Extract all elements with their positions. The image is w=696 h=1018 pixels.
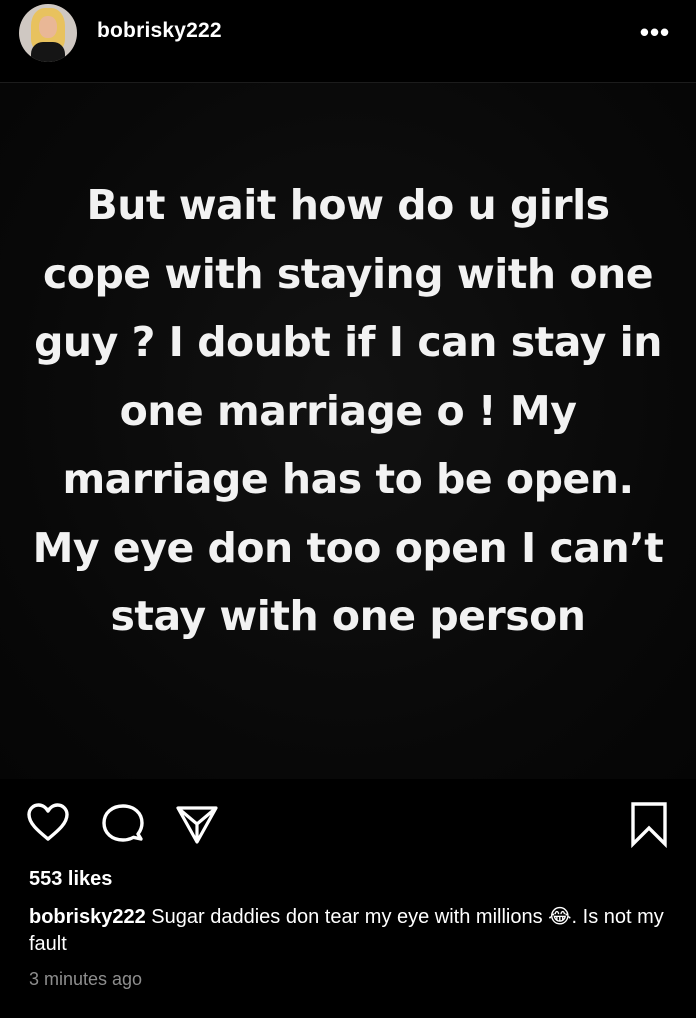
post-image[interactable]: But wait how do u girls cope with stayin… xyxy=(0,83,696,779)
send-icon[interactable] xyxy=(174,802,220,846)
action-bar xyxy=(0,790,696,860)
bookmark-icon[interactable] xyxy=(628,800,670,848)
more-options-icon[interactable]: ••• xyxy=(638,18,672,46)
header-username[interactable]: bobrisky222 xyxy=(97,19,222,43)
avatar-face xyxy=(39,16,57,38)
caption: bobrisky222 Sugar daddies don tear my ey… xyxy=(29,904,669,958)
avatar-shoulders xyxy=(31,42,65,62)
post-image-text: But wait how do u girls cope with stayin… xyxy=(32,181,664,640)
caption-username[interactable]: bobrisky222 xyxy=(29,906,146,928)
post-timestamp: 3 minutes ago xyxy=(29,969,143,989)
avatar[interactable] xyxy=(19,4,77,62)
comment-icon[interactable] xyxy=(100,801,146,847)
heart-icon[interactable] xyxy=(25,801,71,843)
post-header: bobrisky222 ••• xyxy=(0,0,696,83)
likes-count[interactable]: 553 likes xyxy=(29,868,112,891)
